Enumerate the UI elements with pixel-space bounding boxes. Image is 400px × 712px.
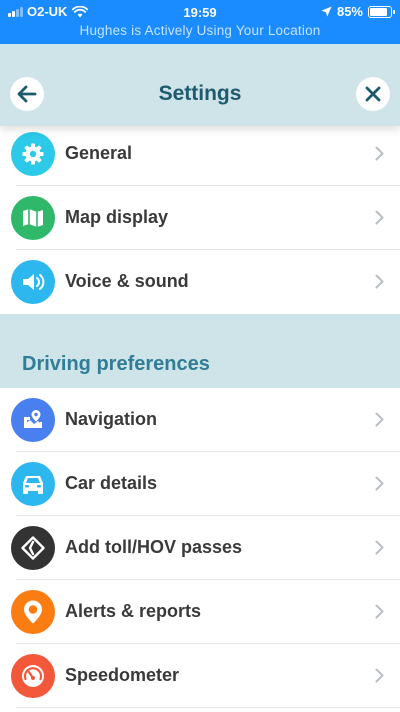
map-icon: [11, 196, 55, 240]
page-title: Settings: [158, 82, 242, 105]
location-arrow-icon: [321, 6, 332, 17]
close-icon: [365, 86, 381, 102]
alert-pin-icon: [11, 590, 55, 634]
settings-item-car-details[interactable]: Car details: [0, 452, 400, 516]
settings-item-general[interactable]: General: [0, 122, 400, 186]
close-button[interactable]: [356, 77, 390, 111]
section-title: Driving preferences: [22, 353, 210, 375]
settings-item-add-toll-hov-passes[interactable]: Add toll/HOV passes: [0, 516, 400, 580]
battery-icon: [368, 5, 395, 18]
chevron-right-icon: [375, 540, 384, 555]
chevron-right-icon: [375, 146, 384, 161]
settings-item-speedometer[interactable]: Speedometer: [0, 644, 400, 708]
speedometer-icon: [11, 654, 55, 698]
settings-item-voice-sound[interactable]: Voice & sound: [0, 250, 400, 314]
gear-icon: [11, 132, 55, 176]
settings-item-label: Add toll/HOV passes: [65, 537, 243, 557]
settings-item-label: Alerts & reports: [65, 601, 202, 621]
settings-item-label: Speedometer: [65, 665, 180, 685]
settings-item-alerts-reports[interactable]: Alerts & reports: [0, 580, 400, 644]
battery-percent: 85%: [336, 4, 363, 19]
settings-header: Settings: [0, 44, 400, 126]
location-usage-banner[interactable]: Hughes is Actively Using Your Location: [0, 23, 400, 38]
settings-item-map-display[interactable]: Map display: [0, 186, 400, 250]
settings-item-navigation[interactable]: Navigation: [0, 388, 400, 452]
speaker-icon: [11, 260, 55, 304]
toll-pass-diamond-icon: [11, 526, 55, 570]
settings-list: General Map display Voice & sound Drivin…: [0, 122, 400, 712]
navigation-map-pin-icon: [11, 398, 55, 442]
chevron-right-icon: [375, 210, 384, 225]
chevron-right-icon: [375, 476, 384, 491]
status-right-group: 85%: [321, 4, 395, 19]
settings-item-label: Car details: [65, 473, 158, 493]
chevron-right-icon: [375, 412, 384, 427]
chevron-right-icon: [375, 604, 384, 619]
chevron-right-icon: [375, 668, 384, 683]
status-bar: O2-UK 19:59 85% Hughes is Actively Using…: [0, 0, 400, 44]
settings-item-label: Voice & sound: [65, 271, 189, 291]
section-header-driving-preferences: Driving preferences: [0, 314, 400, 388]
settings-item-label: Map display: [65, 207, 169, 227]
chevron-right-icon: [375, 274, 384, 289]
settings-item-label: General: [65, 143, 133, 163]
divider: [16, 707, 400, 708]
car-icon: [11, 462, 55, 506]
settings-item-label: Navigation: [65, 409, 158, 429]
